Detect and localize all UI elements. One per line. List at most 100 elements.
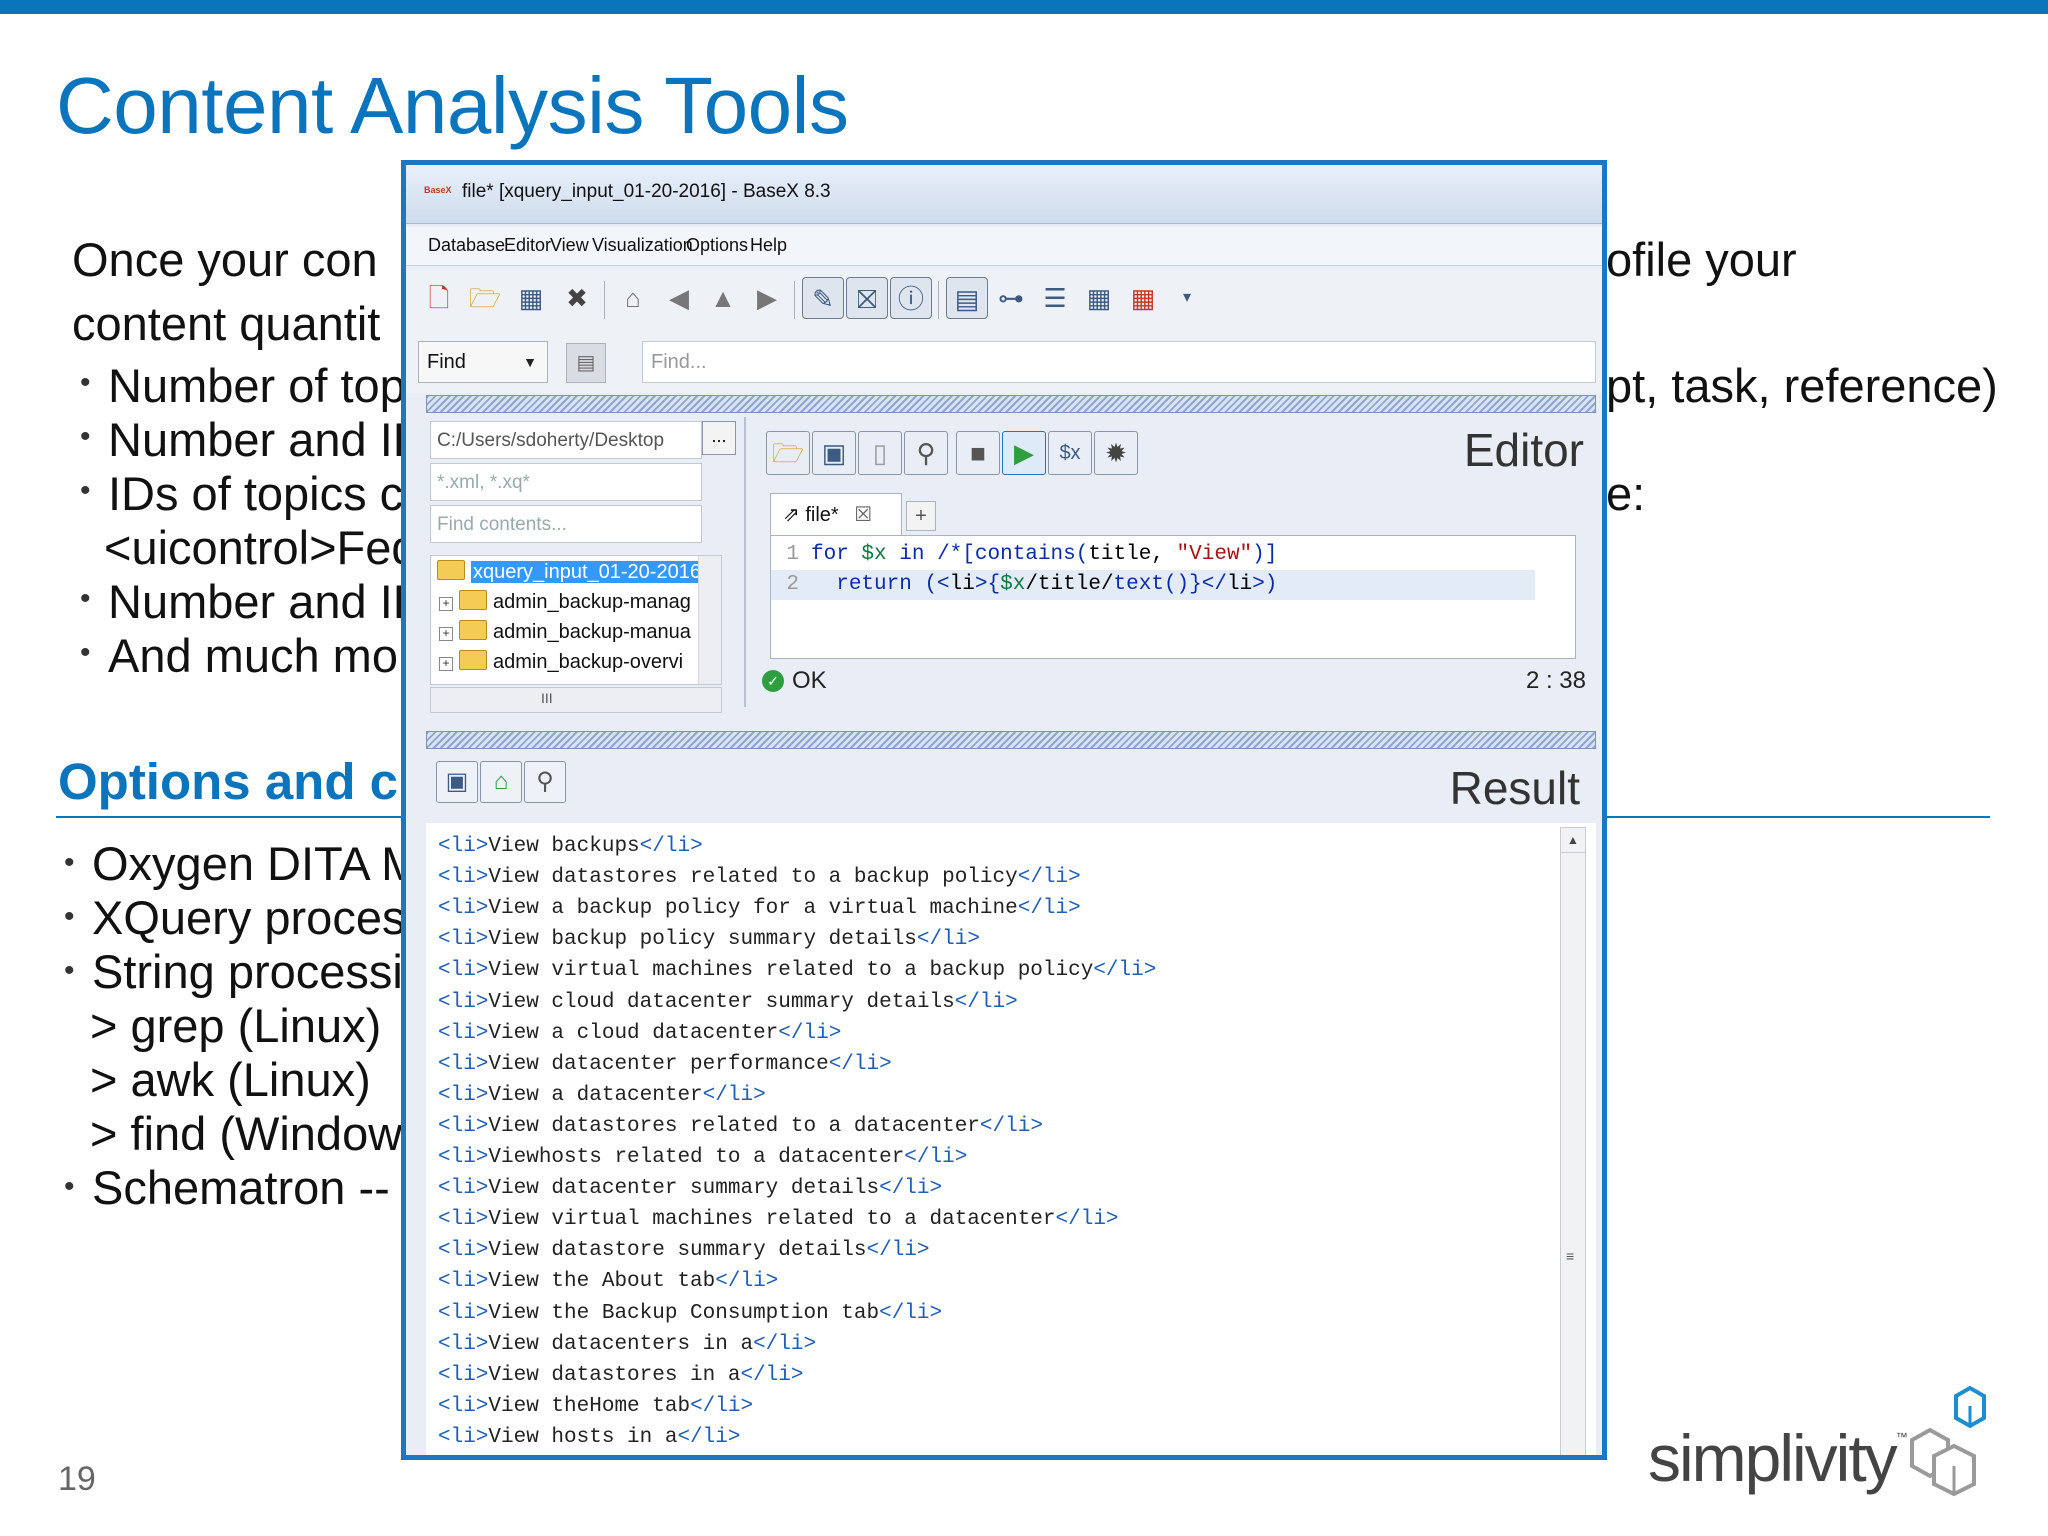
code-line: 1 for $x in /*[contains(title, "View")]	[786, 543, 1278, 566]
code-editor[interactable]: 1 for $x in /*[contains(title, "View")] 2…	[770, 535, 1576, 659]
bullet-dot: •	[80, 582, 91, 615]
tree-item[interactable]: + admin_backup-manua	[431, 620, 691, 650]
panel-splitter[interactable]	[426, 395, 1596, 413]
menu-visualization[interactable]: Visualization	[592, 235, 693, 256]
pane-divider[interactable]	[744, 417, 746, 707]
tree-item[interactable]: + admin_backup-overvi	[431, 650, 683, 680]
close-tab-icon[interactable]: ☒	[854, 504, 872, 526]
file-filter-input[interactable]: *.xml, *.xq*	[430, 463, 702, 501]
outline-icon[interactable]: ☰	[1034, 277, 1076, 319]
result-line: <li>View the Backup Consumption tab</li>	[438, 1301, 943, 1325]
bullet-3-cont: <uicontrol>Fed	[104, 521, 418, 574]
title-bar: BaseX file* [xquery_input_01-20-2016] - …	[406, 165, 1602, 224]
dropdown-icon[interactable]: ▾	[1166, 277, 1208, 319]
add-tab-button[interactable]: +	[906, 501, 936, 531]
save-icon[interactable]: ▣	[436, 761, 478, 803]
tree-vertical-scrollbar[interactable]	[698, 556, 721, 684]
browse-button[interactable]: ...	[702, 421, 736, 455]
bullet-1-right: pt, task, reference)	[1606, 359, 1998, 412]
result-line: <li>View a datacenter</li>	[438, 1083, 766, 1107]
find-contents-input[interactable]: Find contents...	[430, 505, 702, 543]
tool-3-sub-3: > find (Windows	[90, 1107, 426, 1160]
expand-icon[interactable]: +	[439, 627, 453, 641]
bullet-dot: •	[64, 846, 75, 879]
stop-icon[interactable]: ⛝	[846, 277, 888, 319]
menu-database[interactable]: Database	[428, 235, 505, 256]
cursor-position: 2 : 38	[1525, 667, 1586, 694]
search-icon[interactable]: ⚲	[904, 431, 948, 475]
find-bar: Find ▼ ▤ Find...	[406, 333, 1602, 393]
variables-icon[interactable]: $x	[1048, 431, 1092, 475]
bullet-dot: •	[64, 900, 75, 933]
folder-icon	[437, 560, 465, 580]
database-icon[interactable]: ▦	[510, 277, 552, 319]
table-icon[interactable]: ▦	[1122, 277, 1164, 319]
save-icon[interactable]: ▣	[812, 431, 856, 475]
bullet-3-right: e:	[1606, 467, 1646, 520]
scroll-up-icon[interactable]: ▲	[1561, 828, 1585, 853]
find-input[interactable]: Find...	[642, 341, 1596, 383]
open-folder-icon[interactable]: 🗁	[766, 431, 810, 475]
result-scrollbar[interactable]: ▲ ≡	[1560, 827, 1586, 1455]
bullet-5: And much mor	[108, 629, 414, 682]
panel-splitter[interactable]	[426, 731, 1596, 749]
editor-panel: 🗁 ▣ ▯ ⚲ ■ ▶ $x ✹ Editor ⇗ file* ☒ + 1 for…	[750, 417, 1600, 707]
home-icon[interactable]: ⌂	[480, 761, 522, 803]
up-arrow-icon[interactable]: ▲	[702, 277, 744, 319]
tree-horizontal-scrollbar[interactable]: III	[430, 687, 722, 713]
pin-icon: ⇗	[783, 504, 800, 526]
bullet-dot: •	[80, 474, 91, 507]
run-icon[interactable]: ▶	[1002, 431, 1046, 475]
close-icon[interactable]: ✖	[556, 277, 598, 319]
stop-icon[interactable]: ■	[956, 431, 1000, 475]
home-icon[interactable]: ⌂	[612, 277, 654, 319]
tree-item[interactable]: xquery_input_01-20-2016	[431, 560, 703, 590]
forward-arrow-icon[interactable]: ▶	[746, 277, 788, 319]
filter-icon[interactable]: ▤	[566, 343, 606, 383]
grid-icon[interactable]: ▦	[1078, 277, 1120, 319]
bullet-dot: •	[80, 420, 91, 453]
status-text: OK	[792, 667, 827, 694]
result-line: <li>View virtual machines related to a d…	[438, 1208, 1119, 1232]
simplivity-logo: simplivity™	[1648, 1421, 1908, 1495]
result-line: <li>View backups</li>	[438, 835, 703, 858]
path-input[interactable]: C:/Users/sdoherty/Desktop	[430, 421, 702, 459]
find-mode-select[interactable]: Find ▼	[418, 341, 548, 383]
file-tree: xquery_input_01-20-2016 + admin_backup-ma…	[430, 555, 722, 685]
tree-item[interactable]: + admin_backup-manag	[431, 590, 691, 620]
folder-icon	[459, 620, 487, 640]
menu-editor[interactable]: Editor	[504, 235, 551, 256]
basex-app-icon: BaseX	[424, 185, 452, 195]
main-toolbar: 🗋 🗁 ▦ ✖ ⌂ ◀ ▲ ▶ ✎ ⛝ ⓘ ▤ ⊶ ☰ ▦ ▦ ▾	[406, 269, 1602, 333]
toolbar-separator	[938, 281, 939, 319]
tool-3-sub-1: > grep (Linux)	[90, 999, 382, 1052]
edit-icon[interactable]: ✎	[802, 277, 844, 319]
bullet-2: Number and ID	[108, 413, 427, 466]
expand-icon[interactable]: +	[439, 657, 453, 671]
result-line: <li>View datastores in a</li>	[438, 1363, 804, 1387]
intro-line-1: Once your con	[72, 233, 378, 286]
section-heading: Options and c	[58, 753, 399, 810]
table-view-icon[interactable]: ▤	[946, 277, 988, 319]
info-icon[interactable]: ⓘ	[890, 277, 932, 319]
menu-view[interactable]: View	[550, 235, 589, 256]
result-line: <li>View theHome tab</li>	[438, 1394, 754, 1418]
expand-icon[interactable]: +	[439, 597, 453, 611]
open-folder-icon[interactable]: 🗁	[464, 277, 506, 319]
back-arrow-icon[interactable]: ◀	[658, 277, 700, 319]
search-icon[interactable]: ⚲	[524, 761, 566, 803]
find-mode-value: Find	[427, 351, 466, 373]
status-bar: ✓ OK 2 : 38	[762, 667, 1586, 699]
new-file-icon[interactable]: 🗋	[418, 277, 460, 319]
intro-line-2: content quantit	[72, 297, 381, 350]
menu-options[interactable]: Options	[686, 235, 748, 256]
document-icon[interactable]: ▯	[858, 431, 902, 475]
debug-bug-icon[interactable]: ✹	[1094, 431, 1138, 475]
menu-help[interactable]: Help	[750, 235, 787, 256]
result-line: <li>View hosts in a</li>	[438, 1425, 741, 1449]
tab-file[interactable]: ⇗ file* ☒	[770, 493, 902, 535]
tool-3-sub-2: > awk (Linux)	[90, 1053, 371, 1106]
scroll-grip-icon[interactable]: ≡	[1566, 1248, 1574, 1264]
result-panel[interactable]: <li>View backups</li> <li>View datastores…	[426, 823, 1596, 1455]
tree-view-icon[interactable]: ⊶	[990, 277, 1032, 319]
